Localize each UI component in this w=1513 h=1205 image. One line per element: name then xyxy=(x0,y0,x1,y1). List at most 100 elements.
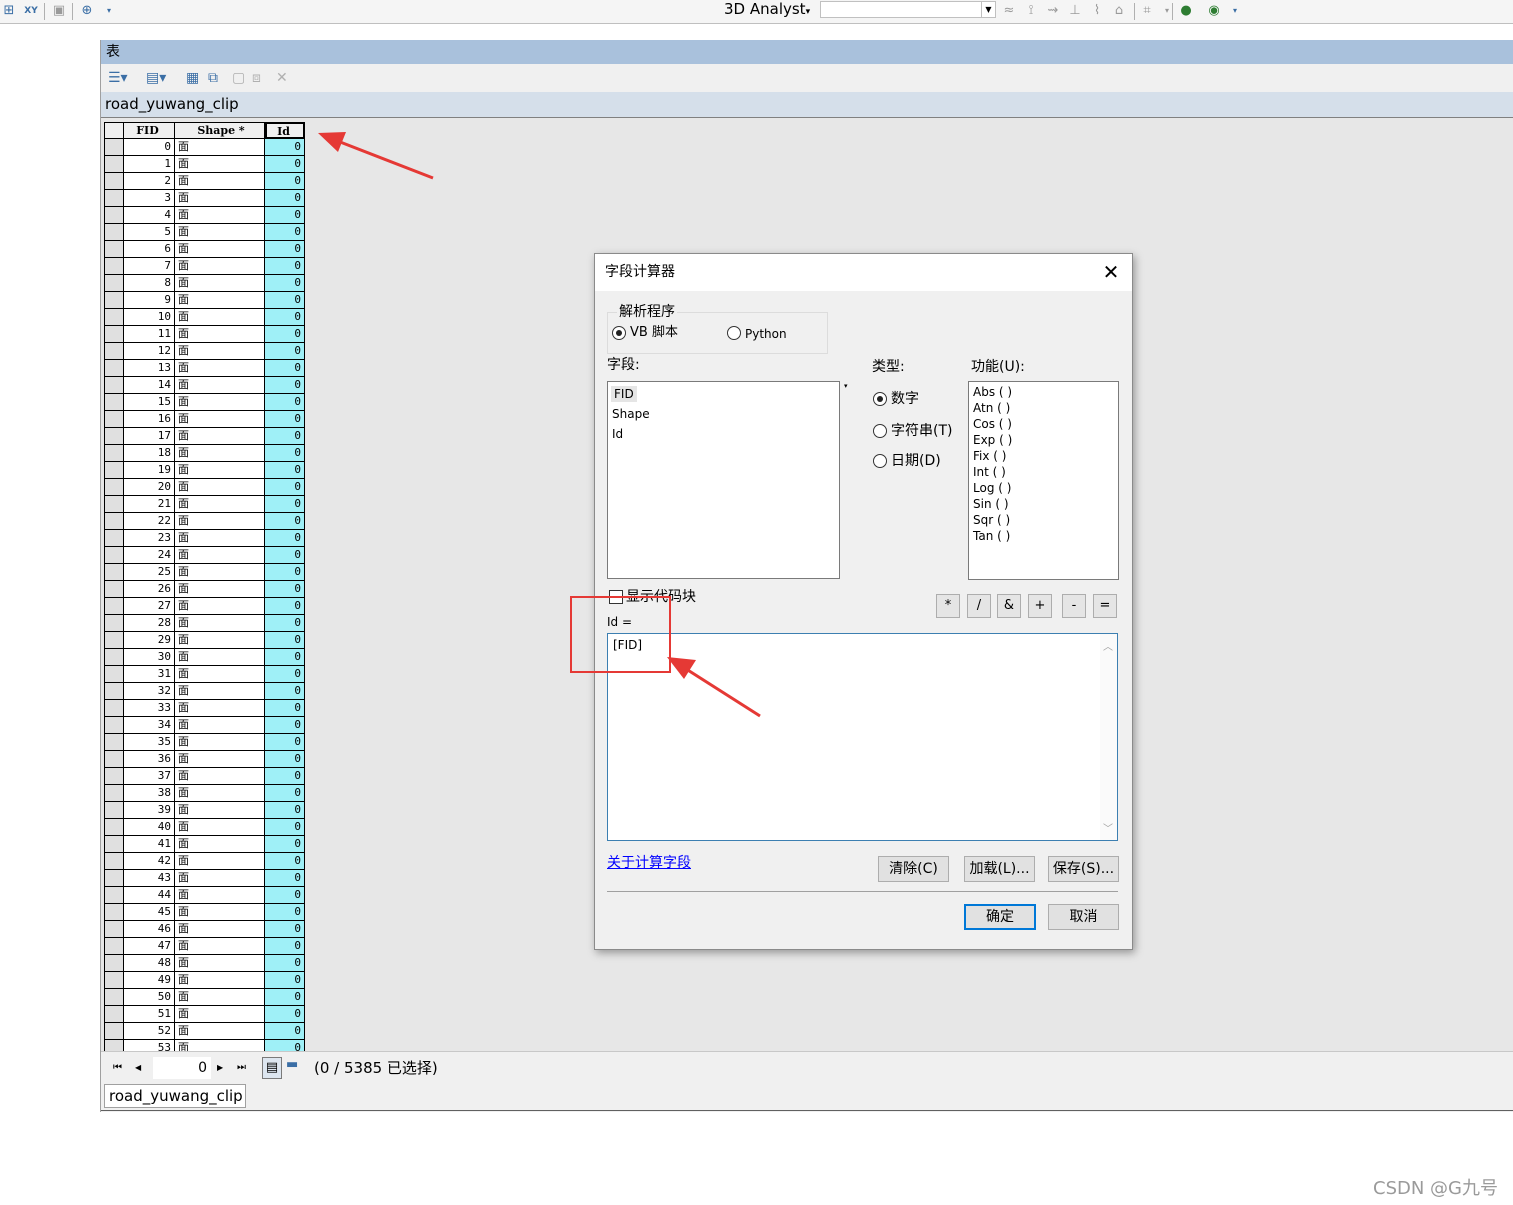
fid-cell[interactable]: 26 xyxy=(124,581,175,598)
id-cell[interactable]: 0 xyxy=(265,853,305,870)
row-selector[interactable] xyxy=(104,734,124,751)
fid-cell[interactable]: 3 xyxy=(124,190,175,207)
type-number-label[interactable]: 数字 xyxy=(891,390,919,408)
function-item-abs[interactable]: Abs ( ) xyxy=(973,384,1012,400)
shape-cell[interactable]: 面 xyxy=(175,887,265,904)
table-row[interactable]: 45 面 0 xyxy=(104,904,305,921)
shape-cell[interactable]: 面 xyxy=(175,394,265,411)
id-cell[interactable]: 0 xyxy=(265,683,305,700)
fid-cell[interactable]: 39 xyxy=(124,802,175,819)
id-cell[interactable]: 0 xyxy=(265,513,305,530)
fid-cell[interactable]: 36 xyxy=(124,751,175,768)
row-selector[interactable] xyxy=(104,819,124,836)
row-selector[interactable] xyxy=(104,887,124,904)
id-cell[interactable]: 0 xyxy=(265,972,305,989)
id-cell[interactable]: 0 xyxy=(265,173,305,190)
table-row[interactable]: 44 面 0 xyxy=(104,887,305,904)
table-row[interactable]: 32 面 0 xyxy=(104,683,305,700)
row-selector[interactable] xyxy=(104,989,124,1006)
interpolate-point-icon[interactable]: ⊥ xyxy=(1066,2,1084,20)
row-selector[interactable] xyxy=(104,955,124,972)
fid-cell[interactable]: 34 xyxy=(124,717,175,734)
shape-cell[interactable]: 面 xyxy=(175,649,265,666)
table-row[interactable]: 36 面 0 xyxy=(104,751,305,768)
table-row[interactable]: 20 面 0 xyxy=(104,479,305,496)
last-record-button[interactable]: ⏭ xyxy=(237,1061,246,1075)
chevron-down-icon[interactable]: ▾ xyxy=(1158,2,1176,20)
table-row[interactable]: 35 面 0 xyxy=(104,734,305,751)
table-row[interactable]: 38 面 0 xyxy=(104,785,305,802)
id-cell[interactable]: 0 xyxy=(265,1023,305,1040)
id-cell[interactable]: 0 xyxy=(265,802,305,819)
fid-cell[interactable]: 22 xyxy=(124,513,175,530)
table-row[interactable]: 11 面 0 xyxy=(104,326,305,343)
table-row[interactable]: 47 面 0 xyxy=(104,938,305,955)
field-item-id[interactable]: Id xyxy=(612,426,623,442)
column-header-id[interactable]: Id xyxy=(265,122,305,139)
column-header-fid[interactable]: FID xyxy=(124,122,175,139)
shape-cell[interactable]: 面 xyxy=(175,343,265,360)
shape-cell[interactable]: 面 xyxy=(175,1023,265,1040)
table-row[interactable]: 23 面 0 xyxy=(104,530,305,547)
select-all-cell[interactable] xyxy=(104,122,124,139)
table-tab[interactable]: road_yuwang_clip xyxy=(104,1084,246,1108)
row-selector[interactable] xyxy=(104,377,124,394)
row-selector[interactable] xyxy=(104,972,124,989)
scroll-down-icon[interactable]: ﹀ xyxy=(1103,820,1113,835)
id-cell[interactable]: 0 xyxy=(265,241,305,258)
shape-cell[interactable]: 面 xyxy=(175,258,265,275)
ok-button[interactable]: 确定 xyxy=(964,904,1036,930)
fields-list[interactable]: FID Shape Id xyxy=(607,381,840,579)
shape-cell[interactable]: 面 xyxy=(175,530,265,547)
type-date-radio[interactable] xyxy=(873,454,887,468)
id-cell[interactable]: 0 xyxy=(265,734,305,751)
shape-cell[interactable]: 面 xyxy=(175,496,265,513)
expression-input[interactable]: [FID] ︿ ﹀ xyxy=(607,633,1118,841)
table-row[interactable]: 4面0 xyxy=(104,207,305,224)
table-row[interactable]: 50 面 0 xyxy=(104,989,305,1006)
fid-cell[interactable]: 14 xyxy=(124,377,175,394)
shape-cell[interactable]: 面 xyxy=(175,819,265,836)
fid-cell[interactable]: 50 xyxy=(124,989,175,1006)
row-selector[interactable] xyxy=(104,360,124,377)
id-cell[interactable]: 0 xyxy=(265,224,305,241)
function-item-cos[interactable]: Cos ( ) xyxy=(973,416,1012,432)
delete-selected-icon[interactable]: ✕ xyxy=(276,70,288,86)
id-cell[interactable]: 0 xyxy=(265,207,305,224)
column-header-shape[interactable]: Shape * xyxy=(175,122,265,139)
fid-cell[interactable]: 19 xyxy=(124,462,175,479)
fid-cell[interactable]: 35 xyxy=(124,734,175,751)
row-selector[interactable] xyxy=(104,938,124,955)
fid-cell[interactable]: 4 xyxy=(124,207,175,224)
id-cell[interactable]: 0 xyxy=(265,190,305,207)
current-record-field[interactable]: 0 xyxy=(153,1057,211,1079)
row-selector[interactable] xyxy=(104,462,124,479)
fid-cell[interactable]: 28 xyxy=(124,615,175,632)
shape-cell[interactable]: 面 xyxy=(175,666,265,683)
shape-cell[interactable]: 面 xyxy=(175,241,265,258)
row-selector[interactable] xyxy=(104,173,124,190)
row-selector[interactable] xyxy=(104,275,124,292)
fid-cell[interactable]: 0 xyxy=(124,139,175,156)
table-row[interactable]: 42 面 0 xyxy=(104,853,305,870)
table-row[interactable]: 19 面 0 xyxy=(104,462,305,479)
row-selector[interactable] xyxy=(104,496,124,513)
id-cell[interactable]: 0 xyxy=(265,156,305,173)
function-item-atn[interactable]: Atn ( ) xyxy=(973,400,1010,416)
shape-cell[interactable]: 面 xyxy=(175,139,265,156)
table-row[interactable]: 6面0 xyxy=(104,241,305,258)
table-row[interactable]: 5面0 xyxy=(104,224,305,241)
fid-cell[interactable]: 31 xyxy=(124,666,175,683)
fid-cell[interactable]: 20 xyxy=(124,479,175,496)
shape-cell[interactable]: 面 xyxy=(175,360,265,377)
fid-cell[interactable]: 30 xyxy=(124,649,175,666)
row-selector[interactable] xyxy=(104,343,124,360)
fid-cell[interactable]: 21 xyxy=(124,496,175,513)
shape-cell[interactable]: 面 xyxy=(175,853,265,870)
shape-cell[interactable]: 面 xyxy=(175,615,265,632)
row-selector[interactable] xyxy=(104,598,124,615)
zoom-icon[interactable]: ⊕ xyxy=(78,2,96,20)
table-row[interactable]: 51 面 0 xyxy=(104,1006,305,1023)
table-row[interactable]: 16 面 0 xyxy=(104,411,305,428)
id-cell[interactable]: 0 xyxy=(265,462,305,479)
